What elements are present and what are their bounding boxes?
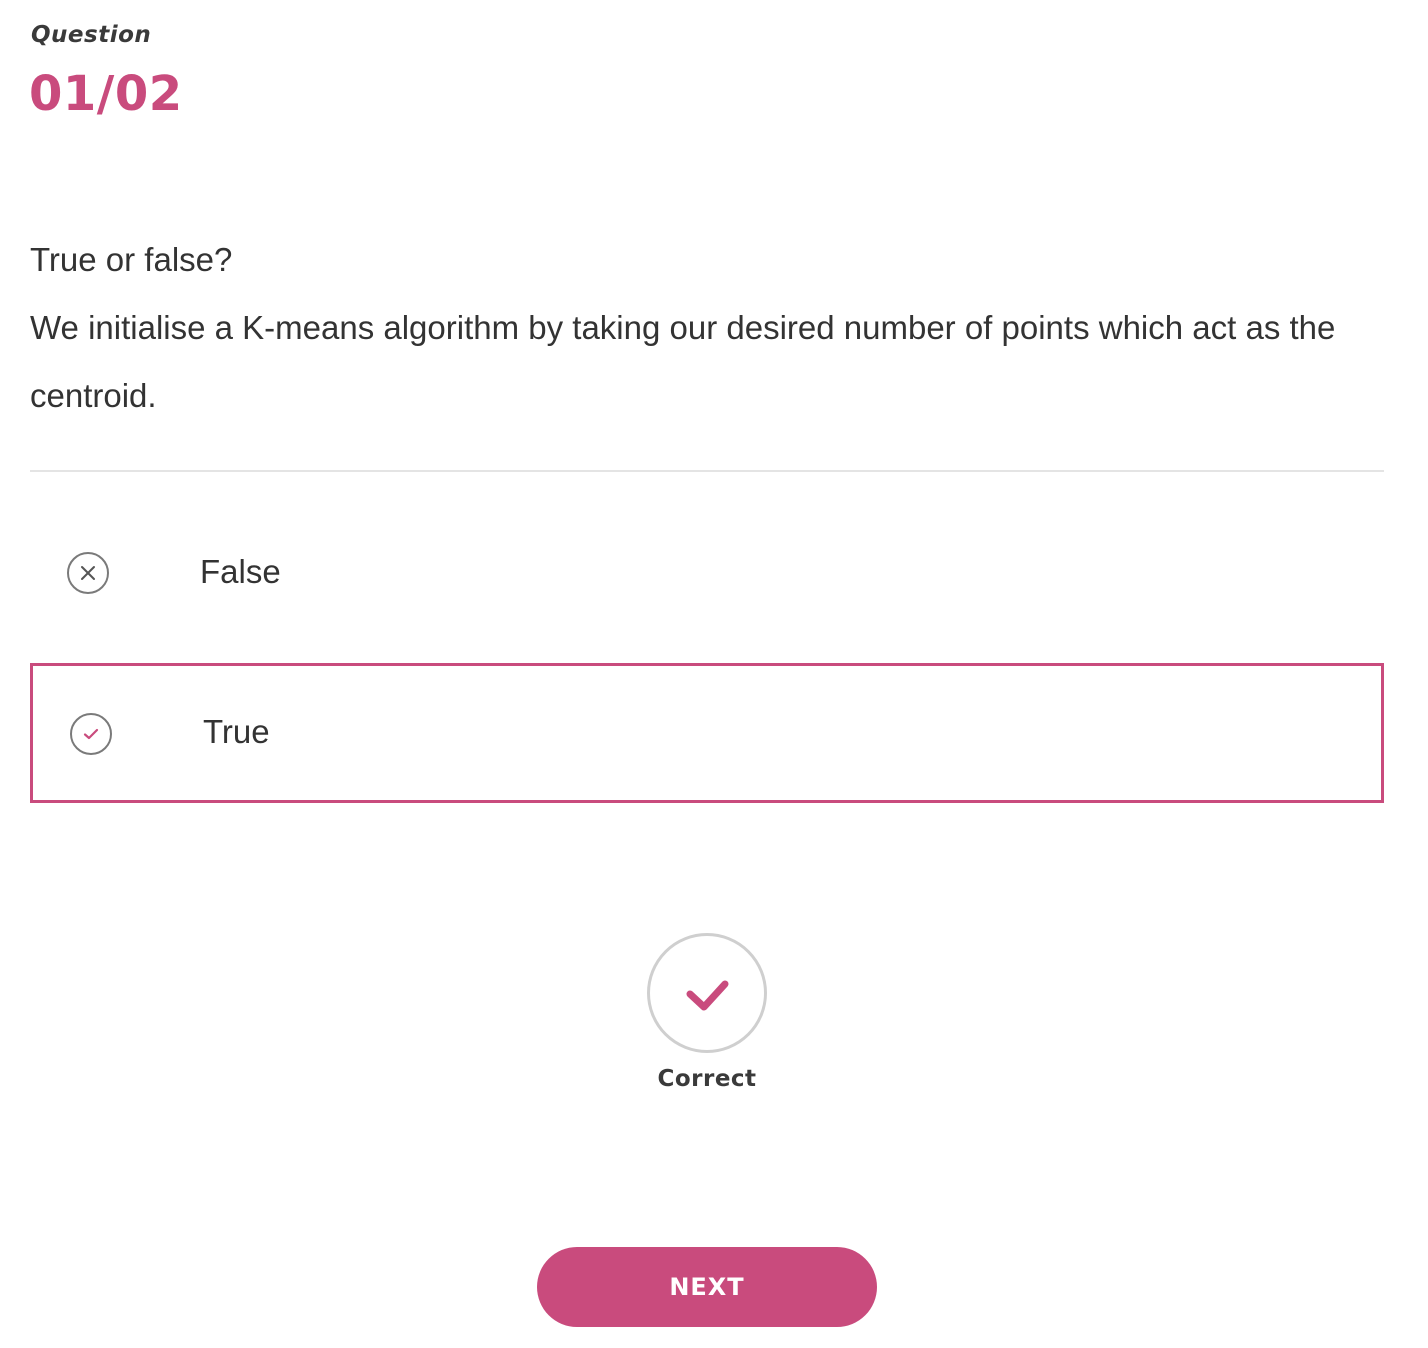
check-circle-icon: [70, 713, 112, 755]
answer-option-label: True: [203, 713, 270, 750]
divider: [30, 470, 1384, 472]
question-intro: True or false?: [30, 241, 233, 278]
question-statement: We initialise a K-means algorithm by tak…: [30, 309, 1336, 414]
question-label: Question: [31, 22, 152, 48]
answer-option-label: False: [200, 553, 281, 590]
check-icon: [647, 933, 767, 1053]
result-status-text: Correct: [657, 1066, 757, 1092]
next-button[interactable]: NEXT: [537, 1247, 877, 1327]
question-counter: 01/02: [29, 66, 183, 122]
answer-option-true[interactable]: True: [30, 663, 1384, 803]
answer-option-false[interactable]: False: [30, 503, 1384, 643]
question-prompt: True or false? We initialise a K-means a…: [30, 226, 1390, 430]
close-circle-icon: [67, 552, 109, 594]
